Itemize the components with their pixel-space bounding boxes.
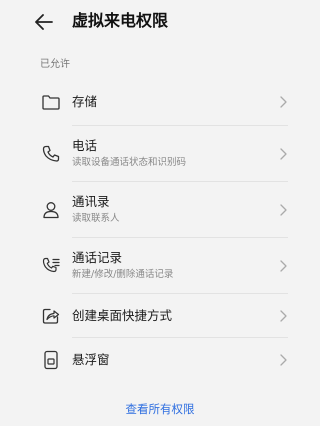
call-log-icon [40, 255, 62, 277]
permission-row-contacts[interactable]: 通讯录 读取联系人 [30, 182, 302, 238]
permission-title: 创建桌面快捷方式 [72, 308, 173, 323]
floating-window-icon [40, 349, 62, 371]
permission-texts: 通讯录 读取联系人 [72, 194, 274, 226]
chevron-right-icon [278, 203, 288, 217]
permission-title: 通讯录 [72, 194, 110, 209]
arrow-left-icon [35, 14, 53, 30]
permission-title: 悬浮窗 [72, 352, 110, 367]
permission-list: 存储 电话 读取设备通话状态和识别码 通讯录 读取联系人 通话记录 新建/修改/… [30, 78, 302, 382]
shortcut-icon [40, 305, 62, 327]
permission-row-phone[interactable]: 电话 读取设备通话状态和识别码 [30, 126, 302, 182]
page-title: 虚拟来电权限 [72, 11, 169, 30]
app-header: 虚拟来电权限 [0, 0, 320, 42]
view-all-permissions-link[interactable]: 查看所有权限 [0, 401, 320, 417]
permission-title: 电话 [72, 138, 98, 153]
permission-texts: 电话 读取设备通话状态和识别码 [72, 138, 274, 170]
permission-subtitle: 读取设备通话状态和识别码 [72, 157, 187, 168]
permission-title: 存储 [72, 94, 98, 109]
permission-subtitle: 新建/修改/删除通话记录 [72, 269, 174, 280]
permission-row-call-log[interactable]: 通话记录 新建/修改/删除通话记录 [30, 238, 302, 294]
permission-row-shortcut[interactable]: 创建桌面快捷方式 [30, 294, 302, 338]
chevron-right-icon [278, 309, 288, 323]
permission-texts: 悬浮窗 [72, 352, 274, 368]
permission-texts: 存储 [72, 94, 274, 110]
chevron-right-icon [278, 95, 288, 109]
chevron-right-icon [278, 259, 288, 273]
back-button[interactable] [30, 8, 58, 36]
contact-icon [40, 199, 62, 221]
permission-row-floating-window[interactable]: 悬浮窗 [30, 338, 302, 382]
folder-icon [40, 91, 62, 113]
phone-icon [40, 143, 62, 165]
permission-texts: 创建桌面快捷方式 [72, 308, 274, 324]
section-label-allowed: 已允许 [40, 59, 70, 70]
permission-row-storage[interactable]: 存储 [30, 78, 302, 126]
chevron-right-icon [278, 147, 288, 161]
chevron-right-icon [278, 353, 288, 367]
permission-texts: 通话记录 新建/修改/删除通话记录 [72, 250, 274, 282]
permission-subtitle: 读取联系人 [72, 213, 120, 224]
permission-title: 通话记录 [72, 250, 123, 265]
